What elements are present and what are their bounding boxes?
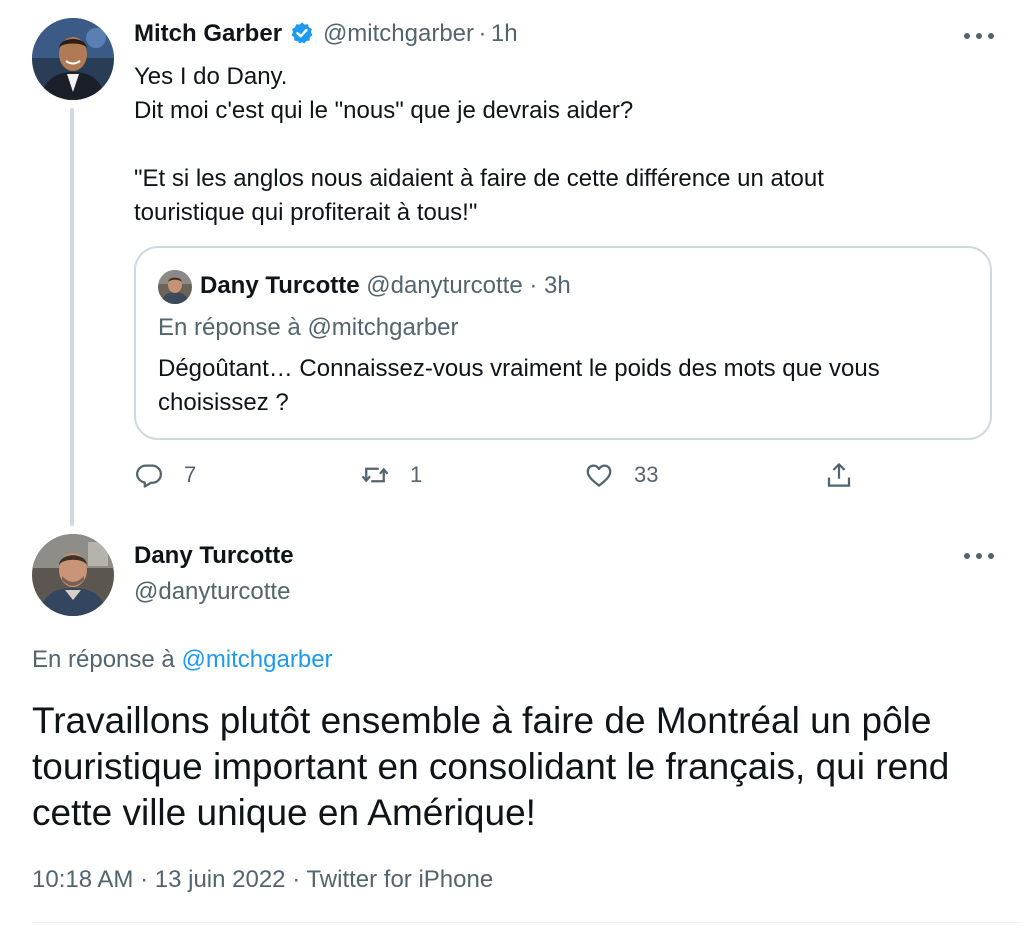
tweet-date: 13 juin 2022 bbox=[154, 866, 286, 893]
parent-tweet-header: Mitch Garber @mitchgarber · 1h bbox=[134, 20, 518, 48]
quoted-tweet-time: 3h bbox=[544, 272, 571, 299]
quoted-tweet-text: Dégoûtant… Connaissez-vous vraiment le p… bbox=[158, 355, 880, 416]
quoted-reply-context: En réponse à @mitchgarber bbox=[158, 314, 459, 341]
tweet-line: Dit moi c'est qui le "nous" que je devra… bbox=[134, 97, 634, 124]
main-tweet-text: Travaillons plutôt ensemble à faire de M… bbox=[32, 700, 950, 833]
reply-count: 7 bbox=[184, 462, 197, 487]
dany-turcotte-small-avatar bbox=[158, 270, 192, 304]
main-author-handle[interactable]: @danyturcotte bbox=[134, 578, 290, 606]
tweet-time: 10:18 AM bbox=[32, 866, 134, 893]
tweet-line: Yes I do Dany. bbox=[134, 63, 288, 90]
more-options-icon[interactable] bbox=[964, 550, 994, 562]
reply-mention-link[interactable]: @mitchgarber bbox=[181, 646, 332, 673]
quoted-tweet-header: Dany Turcotte @danyturcotte · 3h bbox=[200, 272, 571, 300]
retweet-count: 1 bbox=[410, 462, 423, 487]
tweet-thread-page: Mitch Garber @mitchgarber · 1h Yes I do … bbox=[0, 0, 1034, 936]
main-author-name[interactable]: Dany Turcotte bbox=[134, 542, 294, 570]
meta-separator: · bbox=[140, 866, 149, 893]
header-separator: · bbox=[478, 20, 487, 47]
meta-separator: · bbox=[292, 866, 301, 893]
mitch-garber-avatar[interactable] bbox=[32, 18, 114, 100]
tweet-line: touristique qui profiterait à tous!" bbox=[134, 199, 478, 226]
main-reply-context: En réponse à @mitchgarber bbox=[32, 646, 333, 674]
reply-button[interactable]: 7 bbox=[134, 460, 196, 490]
quoted-tweet-card[interactable]: Dany Turcotte @danyturcotte · 3h En répo… bbox=[134, 246, 992, 440]
tweet-timestamp-link[interactable]: 10:18 AM · 13 juin 2022 bbox=[32, 866, 292, 893]
like-count: 33 bbox=[634, 462, 659, 487]
tweet-metadata: 10:18 AM · 13 juin 2022 · Twitter for iP… bbox=[32, 866, 493, 894]
tweet-source-link[interactable]: Twitter for iPhone bbox=[306, 866, 493, 893]
share-button[interactable] bbox=[824, 460, 854, 490]
thread-connector-line bbox=[70, 108, 74, 526]
parent-tweet-text: Yes I do Dany. Dit moi c'est qui le "nou… bbox=[134, 60, 994, 230]
like-button[interactable]: 33 bbox=[584, 460, 658, 490]
author-name[interactable]: Mitch Garber bbox=[134, 20, 282, 47]
share-icon bbox=[824, 460, 854, 490]
tweet-line bbox=[134, 128, 994, 162]
reply-prefix: En réponse à bbox=[32, 646, 175, 673]
quoted-author-handle[interactable]: @danyturcotte bbox=[366, 272, 522, 299]
retweet-button[interactable]: 1 bbox=[360, 460, 422, 490]
reply-icon bbox=[134, 460, 164, 490]
tweet-time[interactable]: 1h bbox=[491, 20, 518, 47]
dany-turcotte-avatar[interactable] bbox=[32, 534, 114, 616]
like-icon bbox=[584, 460, 614, 490]
author-handle[interactable]: @mitchgarber bbox=[323, 20, 474, 47]
tweet-actions-bar: 7 1 33 bbox=[134, 460, 874, 500]
quoted-header-separator: · bbox=[529, 272, 538, 299]
retweet-icon bbox=[360, 460, 390, 490]
tweet-line: "Et si les anglos nous aidaient à faire … bbox=[134, 165, 824, 192]
divider bbox=[32, 922, 1022, 923]
quoted-author-name[interactable]: Dany Turcotte bbox=[200, 272, 360, 299]
more-options-icon[interactable] bbox=[964, 30, 994, 42]
verified-badge-icon bbox=[290, 21, 314, 45]
